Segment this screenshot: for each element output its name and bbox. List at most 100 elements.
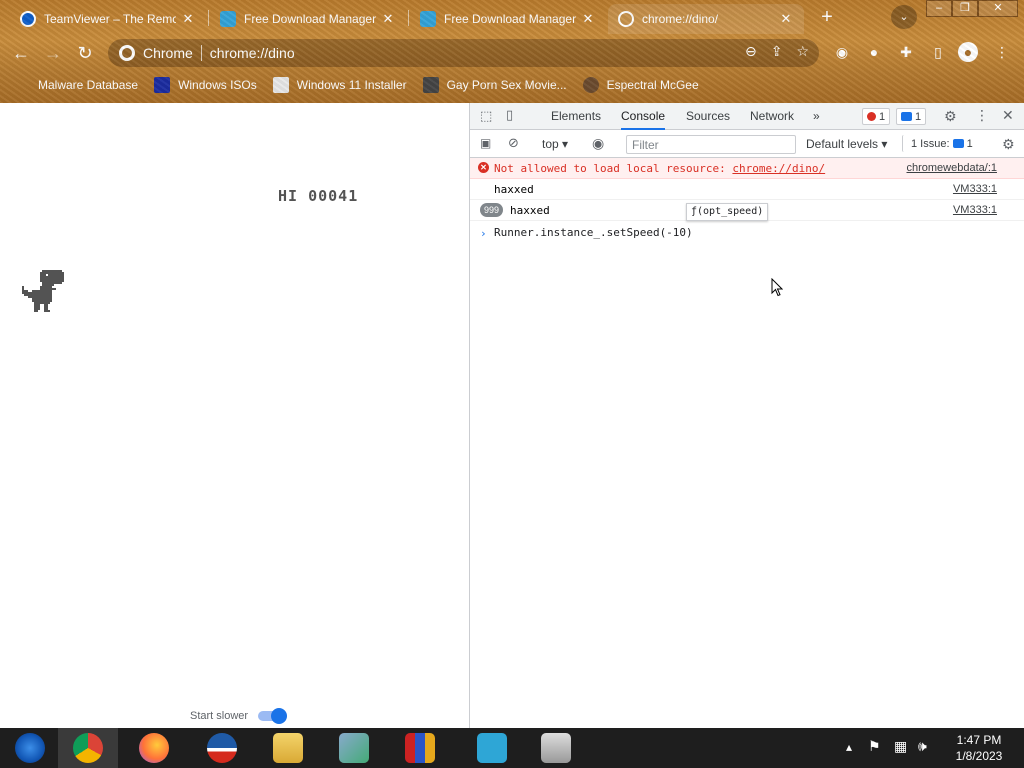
omnibox-url[interactable]: chrome://dino <box>210 45 295 61</box>
settings-gear-icon[interactable]: ⚙ <box>944 108 957 125</box>
tab-fdm-2[interactable]: Free Download Manager – ✕ <box>410 4 606 34</box>
error-count-badge[interactable]: 1 <box>862 108 891 125</box>
toolbar: ← → ↻ Chrome chrome://dino ⊖ ⇪ ☆ ◉ ● ✚ ▯… <box>0 34 1024 70</box>
browser-chrome: TeamViewer – The Remote ✕ Free Download … <box>0 0 1024 103</box>
tab-fdm-1[interactable]: Free Download Manager – ✕ <box>210 4 406 34</box>
console-input[interactable]: Runner.instance_.setSpeed(-10) <box>494 226 693 239</box>
bookmark-windows-11-installer[interactable]: Windows 11 Installer <box>272 77 407 93</box>
image-icon <box>272 77 289 93</box>
show-hidden-icons-icon[interactable]: ▴ <box>846 740 852 768</box>
bookmark-movie[interactable]: Gay Porn Sex Movie... <box>422 77 567 93</box>
side-panel-icon[interactable]: ▯ <box>928 42 948 62</box>
console-prompt-row[interactable]: › Runner.instance_.setSpeed(-10) <box>470 221 1024 245</box>
action-center-flag-icon[interactable]: ⚑ <box>868 738 881 768</box>
file-explorer-icon[interactable] <box>258 728 318 768</box>
live-expression-eye-icon[interactable]: ◉ <box>592 135 604 152</box>
device-toolbar-icon[interactable]: ▯ <box>506 107 513 123</box>
share-icon[interactable]: ⇪ <box>771 43 783 60</box>
tab-network[interactable]: Network <box>750 103 794 130</box>
devtools-panel: ⬚ ▯ Elements Console Sources Network » 1… <box>469 103 1024 728</box>
tab-search-button[interactable]: ⌄ <box>891 5 917 29</box>
network-status-icon[interactable]: ▦ <box>894 738 907 768</box>
firefox-icon[interactable] <box>124 728 184 768</box>
high-score: HI 00041 <box>278 187 359 205</box>
extensions-icon[interactable]: ✚ <box>896 42 916 62</box>
forward-button[interactable]: → <box>40 40 66 66</box>
omnibox-site: Chrome <box>143 45 193 61</box>
levels-dropdown[interactable]: Default levels ▾ <box>806 137 887 151</box>
menu-icon[interactable]: ⋮ <box>992 42 1012 62</box>
clock-time: 1:47 PM <box>956 733 1002 747</box>
bookmark-malware-database[interactable]: Malware Database <box>14 77 138 93</box>
teamviewer-icon <box>20 11 36 27</box>
reload-button[interactable]: ↻ <box>72 40 98 66</box>
sidebar-toggle-icon[interactable]: ▣ <box>480 136 491 150</box>
restore-button[interactable]: ❐ <box>952 0 978 17</box>
close-icon[interactable]: ✕ <box>180 11 196 27</box>
console-log-row[interactable]: haxxed VM333:1 <box>470 179 1024 200</box>
bookmark-star-icon[interactable]: ☆ <box>796 43 809 60</box>
mouse-cursor-icon <box>771 278 783 297</box>
windows-start-icon[interactable] <box>0 728 60 768</box>
tab-sources[interactable]: Sources <box>686 103 730 130</box>
installer-icon[interactable] <box>526 728 586 768</box>
volume-icon[interactable]: 🕪 <box>918 738 927 768</box>
close-window-button[interactable]: ✕ <box>978 0 1018 17</box>
close-icon[interactable]: ✕ <box>778 11 794 27</box>
minimize-button[interactable]: – <box>926 0 952 17</box>
source-link[interactable]: VM333:1 <box>953 204 997 216</box>
tab-dino[interactable]: chrome://dino/ ✕ <box>608 4 804 34</box>
back-button[interactable]: ← <box>8 40 34 66</box>
close-devtools-icon[interactable]: ✕ <box>1002 107 1014 124</box>
new-tab-button[interactable]: + <box>814 6 840 30</box>
signature-tooltip: ƒ(opt_speed) <box>686 203 769 221</box>
start-slower-label: Start slower <box>190 710 249 722</box>
issue-icon <box>952 139 964 148</box>
tab-console[interactable]: Console <box>621 103 666 130</box>
bookmark-espectral-mcgee[interactable]: Espectral McGee <box>582 77 699 93</box>
t-rex-icon[interactable] <box>22 270 64 314</box>
source-link[interactable]: chromewebdata/:1 <box>907 162 998 174</box>
zoom-icon[interactable]: ⊖ <box>745 43 757 60</box>
site-icon <box>422 77 439 93</box>
error-link[interactable]: chrome://dino/ <box>732 162 825 175</box>
kebab-menu-icon[interactable]: ⋮ <box>975 107 989 124</box>
message-icon <box>901 112 912 121</box>
context-select[interactable]: top ▾ <box>542 137 568 151</box>
tab-title: TeamViewer – The Remote <box>44 12 176 26</box>
fdm-icon <box>420 11 436 27</box>
console-toolbar: ▣ ⊘ top ▾ ◉ Filter Default levels ▾ 1 Is… <box>470 131 1024 158</box>
console-settings-icon[interactable]: ⚙ <box>1002 136 1015 153</box>
issues-button[interactable]: 1 Issue: 1 <box>902 135 977 152</box>
network-wizard-icon[interactable] <box>324 728 384 768</box>
free-download-manager-icon[interactable] <box>462 728 522 768</box>
address-bar[interactable]: Chrome chrome://dino ⊖ ⇪ ☆ <box>108 39 819 67</box>
start-slower-setting: Start slower <box>190 708 288 724</box>
start-slower-toggle[interactable] <box>258 708 288 724</box>
system-clock[interactable]: 1:47 PM 1/8/2023 <box>944 732 1014 764</box>
filter-input[interactable]: Filter <box>626 135 796 154</box>
bookmarks-bar: Malware Database Windows ISOs Windows 11… <box>0 72 1024 98</box>
source-link[interactable]: VM333:1 <box>953 183 997 195</box>
flag-extension-icon[interactable]: ◉ <box>832 42 852 62</box>
error-icon <box>867 112 876 121</box>
tab-elements[interactable]: Elements <box>551 103 601 130</box>
avatar-extension-icon[interactable]: ● <box>864 42 884 62</box>
clear-console-icon[interactable]: ⊘ <box>508 135 519 151</box>
tab-title: chrome://dino/ <box>642 12 719 26</box>
more-tabs-button[interactable]: » <box>813 103 820 130</box>
profile-icon[interactable]: ● <box>958 42 978 62</box>
message-count-badge[interactable]: 1 <box>896 108 927 125</box>
winrar-icon[interactable] <box>390 728 450 768</box>
close-icon[interactable]: ✕ <box>580 11 596 27</box>
chrome-icon[interactable] <box>58 728 118 768</box>
close-icon[interactable]: ✕ <box>380 11 396 27</box>
bookmark-windows-isos[interactable]: Windows ISOs <box>154 77 257 93</box>
fdm-icon <box>220 11 236 27</box>
tab-teamviewer[interactable]: TeamViewer – The Remote ✕ <box>10 4 206 34</box>
prompt-chevron-icon: › <box>480 227 487 240</box>
console-error-row[interactable]: ✕ Not allowed to load local resource: ch… <box>470 158 1024 179</box>
inspect-icon[interactable]: ⬚ <box>480 108 492 124</box>
dino-game-page[interactable]: HI 00041 Start slower <box>0 103 469 728</box>
obama-icon[interactable] <box>192 728 252 768</box>
